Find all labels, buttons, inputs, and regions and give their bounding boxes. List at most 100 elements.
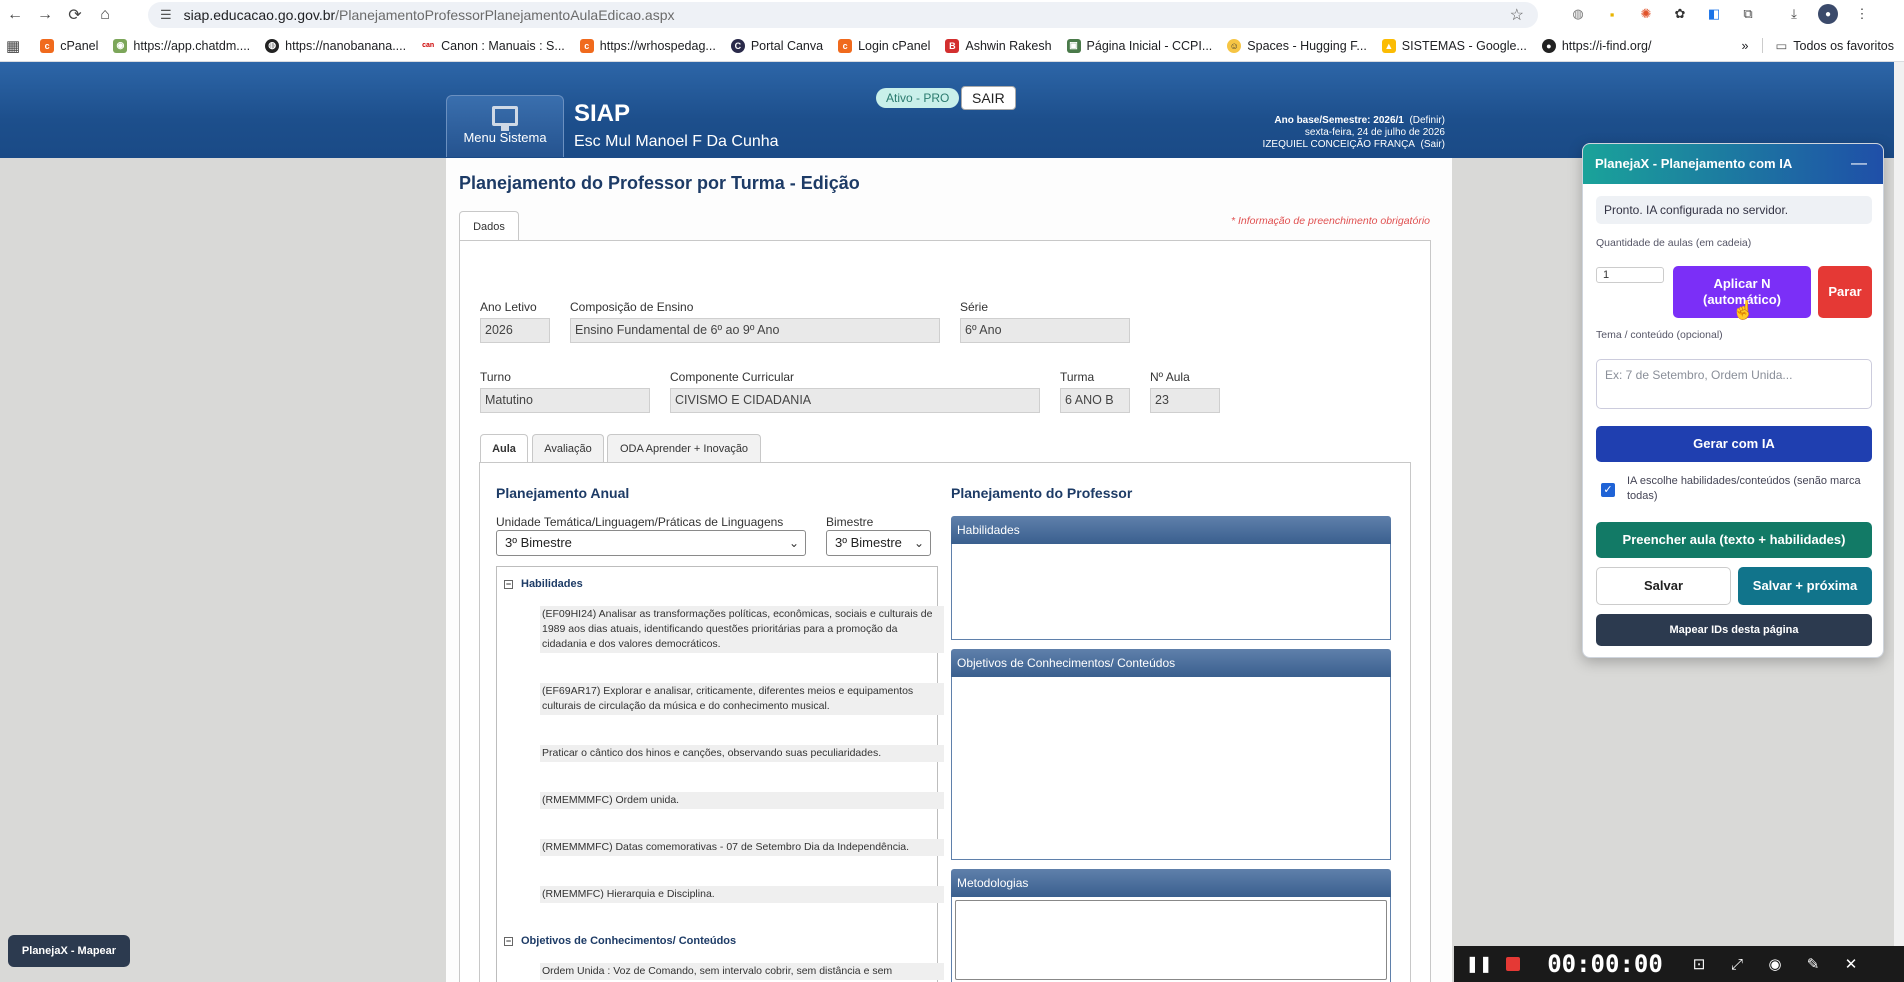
bookmark-0[interactable]: c cPanel bbox=[40, 38, 98, 53]
canva-icon: C bbox=[730, 38, 745, 53]
browser-toolbar: ← → ⟳ ⌂ ☰ siap.educacao.go.gov.br/Planej… bbox=[0, 0, 1904, 30]
minimize-button[interactable]: — bbox=[1851, 144, 1867, 184]
objetivos-tree-head[interactable]: − Objetivos de Conhecimentos/ Conteúdos bbox=[504, 935, 736, 947]
globe-icon[interactable]: ◍ bbox=[1568, 4, 1588, 24]
habilidade-item-4[interactable]: (RMEMMMFC) Datas comemorativas - 07 de S… bbox=[540, 839, 944, 856]
bookmark-8[interactable]: ▣ Página Inicial - CCPI... bbox=[1066, 38, 1212, 53]
home-icon[interactable]: ⌂ bbox=[90, 0, 120, 30]
monitor-icon bbox=[492, 106, 518, 131]
more-bookmarks-icon[interactable]: » bbox=[1741, 39, 1748, 53]
bookmark-star-icon[interactable]: ☆ bbox=[1510, 5, 1524, 25]
habilidade-item-5[interactable]: (RMEMMFC) Hierarquia e Disciplina. bbox=[540, 886, 944, 903]
turma-label: Turma bbox=[1060, 370, 1095, 384]
bookmark-10[interactable]: ▲ SISTEMAS - Google... bbox=[1381, 38, 1527, 53]
b-icon: B bbox=[945, 38, 960, 53]
tab-aula[interactable]: Aula bbox=[480, 434, 528, 462]
definir-link[interactable]: (Definir) bbox=[1409, 115, 1445, 126]
tab-avaliacao[interactable]: Avaliação bbox=[532, 434, 604, 462]
bookmark-9[interactable]: ☺ Spaces - Hugging F... bbox=[1227, 38, 1367, 53]
browser-menu-icon[interactable]: ⋮ bbox=[1852, 4, 1872, 24]
salvar-button[interactable]: Salvar bbox=[1596, 567, 1731, 605]
collapse-icon[interactable]: − bbox=[504, 936, 513, 946]
planejax-panel: PlanejaX - Planejamento com IA — Pronto.… bbox=[1582, 143, 1884, 658]
bookmark-4[interactable]: c https://wrhospedag... bbox=[579, 38, 716, 53]
qtd-label: Quantidade de aulas (em cadeia) bbox=[1596, 237, 1752, 249]
tab-dados[interactable]: Dados bbox=[459, 211, 519, 241]
professor-habilidades-box[interactable] bbox=[951, 544, 1391, 640]
bimestre-label: Bimestre bbox=[826, 515, 874, 529]
site-title: SIAP bbox=[574, 100, 631, 127]
objetivo-item-0[interactable]: Ordem Unida : Voz de Comando, sem interv… bbox=[540, 963, 944, 980]
preencher-aula-button[interactable]: Preencher aula (texto + habilidades) bbox=[1596, 522, 1872, 558]
extension-icon-translate[interactable]: ◧ bbox=[1704, 4, 1724, 24]
professor-objetivos-box[interactable] bbox=[951, 677, 1391, 860]
aula-field: 23 bbox=[1150, 388, 1220, 413]
ano-letivo-label: Ano Letivo bbox=[480, 300, 537, 314]
extension-icon-yellow[interactable]: ▪ bbox=[1602, 4, 1622, 24]
close-icon[interactable]: ✕ bbox=[1832, 955, 1870, 973]
habilidade-item-1[interactable]: (EF69AR17) Explorar e analisar, criticam… bbox=[540, 683, 944, 715]
bookmark-1[interactable]: ◉ https://app.chatdm.... bbox=[113, 38, 250, 53]
user-sair-link[interactable]: (Sair) bbox=[1421, 139, 1445, 150]
extensions-puzzle-icon[interactable]: ⧉ bbox=[1738, 4, 1758, 24]
stop-icon[interactable] bbox=[1496, 957, 1530, 971]
bookmark-3[interactable]: can Canon : Manuais : S... bbox=[421, 38, 565, 53]
parar-button[interactable]: Parar bbox=[1818, 266, 1872, 318]
bookmarks-bar: ▦ c cPanel ◉ https://app.chatdm.... ◍ https… bbox=[0, 30, 1904, 62]
bimestre-select[interactable]: 3º Bimestre ⌄ bbox=[826, 530, 931, 556]
apps-grid-icon[interactable]: ▦ bbox=[6, 37, 20, 55]
planejax-header: PlanejaX - Planejamento com IA — bbox=[1583, 144, 1883, 184]
planejax-mapear-float-button[interactable]: PlanejaX - Mapear bbox=[8, 935, 130, 967]
bookmark-11[interactable]: ● https://i-find.org/ bbox=[1541, 38, 1651, 53]
mapear-ids-button[interactable]: Mapear IDs desta página bbox=[1596, 614, 1872, 646]
reload-icon[interactable]: ⟳ bbox=[60, 0, 90, 30]
extension-icon-chatgpt[interactable]: ✿ bbox=[1670, 4, 1690, 24]
profile-avatar[interactable]: ● bbox=[1818, 4, 1838, 24]
habilidade-item-2[interactable]: Praticar o cântico dos hinos e canções, … bbox=[540, 745, 944, 762]
habilidade-item-0[interactable]: (EF09HI24) Analisar as transformações po… bbox=[540, 606, 944, 653]
ano-base: Ano base/Semestre: 2026/1 bbox=[1274, 115, 1404, 126]
ano-letivo-field: 2026 bbox=[480, 318, 550, 343]
menu-sistema-button[interactable]: Menu Sistema bbox=[446, 95, 564, 157]
collapse-icon[interactable]: − bbox=[504, 579, 513, 589]
tab-oda[interactable]: ODA Aprender + Inovação bbox=[607, 434, 761, 462]
habilidade-item-3[interactable]: (RMEMMMFC) Ordem unida. bbox=[540, 792, 944, 809]
address-bar[interactable]: ☰ siap.educacao.go.gov.br/PlanejamentoPr… bbox=[148, 2, 1538, 28]
required-note: * Informação de preenchimento obrigatóri… bbox=[1230, 215, 1430, 227]
all-bookmarks[interactable]: ▭ Todos os favoritos bbox=[1762, 38, 1894, 53]
current-date: sexta-feira, 24 de julho de 2026 bbox=[1304, 127, 1445, 138]
salvar-proxima-button[interactable]: Salvar + próxima bbox=[1738, 567, 1872, 605]
pause-icon[interactable]: ❚❚ bbox=[1462, 954, 1496, 974]
bookmark-2[interactable]: ◍ https://nanobanana.... bbox=[265, 38, 406, 53]
region-icon[interactable]: ⊡ bbox=[1680, 955, 1718, 973]
gerar-ia-button[interactable]: Gerar com IA bbox=[1596, 426, 1872, 462]
bookmark-7[interactable]: B Ashwin Rakesh bbox=[945, 38, 1052, 53]
metodologias-textarea[interactable] bbox=[955, 900, 1387, 980]
pen-icon[interactable]: ✎ bbox=[1794, 955, 1832, 973]
ccpi-icon: ▣ bbox=[1066, 38, 1081, 53]
site-settings-icon[interactable]: ☰ bbox=[160, 7, 172, 23]
fullscreen-icon[interactable]: ⤢ bbox=[1718, 956, 1756, 973]
back-icon[interactable]: ← bbox=[0, 0, 30, 30]
sair-button[interactable]: SAIR bbox=[961, 86, 1016, 110]
page-scrollbar[interactable] bbox=[1894, 62, 1904, 982]
school-name: Esc Mul Manoel F Da Cunha bbox=[574, 133, 779, 150]
qtd-input[interactable]: 1 bbox=[1596, 267, 1664, 283]
composicao-field: Ensino Fundamental de 6º ao 9º Ano bbox=[570, 318, 940, 343]
camera-icon[interactable]: ◉ bbox=[1756, 955, 1794, 973]
download-icon[interactable]: ⤓ bbox=[1784, 4, 1804, 24]
ia-escolhe-checkbox[interactable]: ✓ bbox=[1601, 483, 1615, 497]
bookmark-6[interactable]: c Login cPanel bbox=[838, 38, 930, 53]
tema-input[interactable]: Ex: 7 de Setembro, Ordem Unida... bbox=[1596, 359, 1872, 409]
habilidades-tree-head[interactable]: − Habilidades bbox=[504, 578, 583, 590]
forward-icon[interactable]: → bbox=[30, 0, 60, 30]
google-drive-icon: ▲ bbox=[1381, 38, 1396, 53]
status-badge: Ativo - PRO bbox=[876, 88, 960, 108]
ia-escolhe-label: IA escolhe habilidades/conteúdos (senão … bbox=[1627, 475, 1861, 502]
extension-icon-sun[interactable]: ✺ bbox=[1636, 4, 1656, 24]
unidade-select[interactable]: 3º Bimestre ⌄ bbox=[496, 530, 806, 556]
canon-icon: can bbox=[421, 38, 436, 53]
folder-icon: ▭ bbox=[1775, 39, 1788, 53]
turno-label: Turno bbox=[480, 370, 511, 384]
bookmark-5[interactable]: C Portal Canva bbox=[730, 38, 823, 53]
